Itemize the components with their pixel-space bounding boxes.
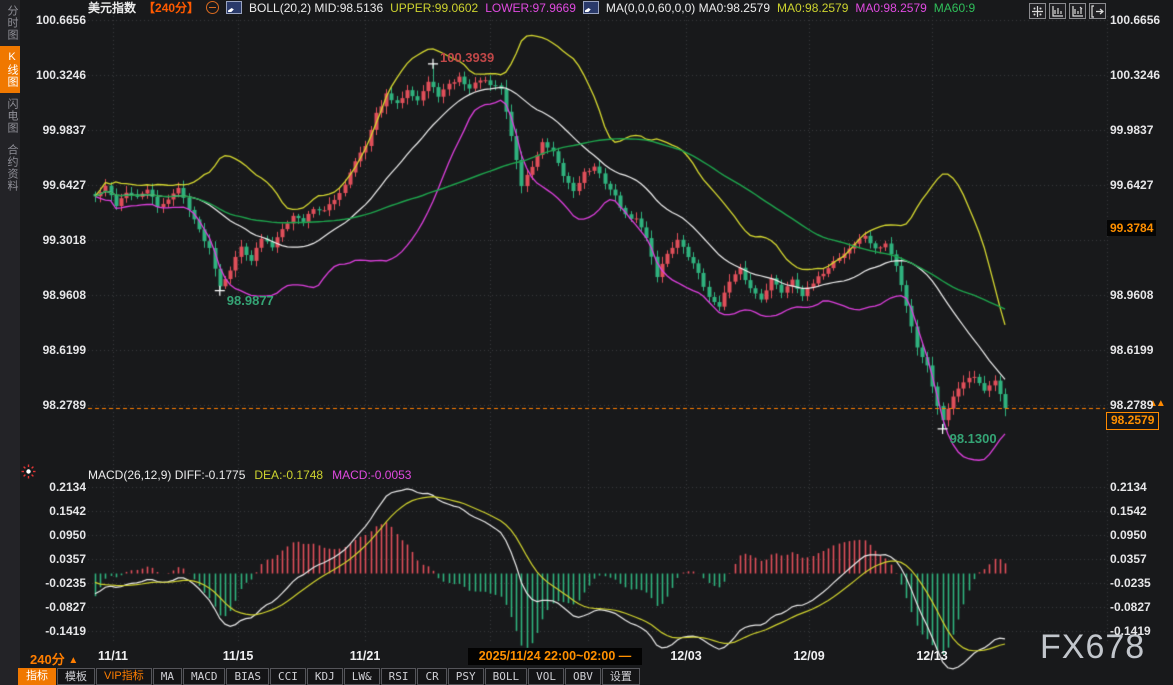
toolbar-button-CR[interactable]: CR <box>417 668 446 685</box>
price-axis-label: 99.9837 <box>1110 123 1172 137</box>
ma60-label: MA60:9 <box>934 1 975 15</box>
sidebar-tab-闪电图[interactable]: 闪电图 <box>0 93 20 139</box>
sidebar-tab-K线图[interactable]: K线图 <box>0 46 20 93</box>
macd-axis-label: 0.0950 <box>1110 528 1172 542</box>
macd-axis-label: 0.0950 <box>20 528 86 542</box>
toolbar-button-LW&[interactable]: LW& <box>344 668 380 685</box>
sidebar-tab-分时图[interactable]: 分时图 <box>0 0 20 46</box>
date-axis: 240分 ▲ 2025/11/24 22:00~02:00 — 11/11 11/… <box>0 648 1173 666</box>
ma-magenta-label: MA0:98.2579 <box>855 1 926 15</box>
period-label: 【240分】 <box>143 0 199 16</box>
date-label: 11/15 <box>223 649 254 663</box>
toolbar-button-CCI[interactable]: CCI <box>270 668 306 685</box>
toolbar-button-MA[interactable]: MA <box>153 668 182 685</box>
toolbar-button-OBV[interactable]: OBV <box>565 668 601 685</box>
toolbar-button-VIP指标[interactable]: VIP指标 <box>96 668 152 685</box>
ma-indicator-icon[interactable] <box>583 1 599 14</box>
macd-dea-label: DEA:-0.1748 <box>254 468 323 483</box>
price-axis-label: 100.6656 <box>1110 13 1172 27</box>
date-label: 12/03 <box>670 649 701 663</box>
macd-axis-label: -0.1419 <box>20 624 86 638</box>
toolbar-button-PSY[interactable]: PSY <box>448 668 484 685</box>
macd-axis-label: 0.0357 <box>20 552 86 566</box>
boll-label: BOLL(20,2) MID:98.5136 <box>249 1 383 15</box>
price-axis-label: 99.6427 <box>20 178 86 192</box>
toolbar-button-指标[interactable]: 指标 <box>18 668 56 685</box>
axis-pane-icon[interactable] <box>1069 3 1086 19</box>
macd-value-label: MACD:-0.0053 <box>332 468 411 483</box>
date-label: 12/09 <box>793 649 824 663</box>
toolbar-button-BIAS[interactable]: BIAS <box>226 668 269 685</box>
macd-axis-label: 0.2134 <box>1110 480 1172 494</box>
macd-axis-label: -0.0827 <box>20 600 86 614</box>
period-selector[interactable]: 240分 ▲ <box>30 649 78 668</box>
pan-tool-icon[interactable] <box>1029 3 1046 19</box>
macd-axis-label: -0.0235 <box>1110 576 1172 590</box>
price-axis-label: 98.9608 <box>1110 288 1172 302</box>
window-control-icons <box>1029 3 1106 19</box>
toolbar-button-MACD[interactable]: MACD <box>183 668 226 685</box>
toolbar-button-RSI[interactable]: RSI <box>381 668 417 685</box>
new-pane-icon[interactable] <box>1049 3 1066 19</box>
price-axis-label: 99.6427 <box>1110 178 1172 192</box>
extreme-price-label: 98.1300 <box>950 431 997 446</box>
date-label: 11/11 <box>98 649 128 663</box>
symbol-title: 美元指数 <box>88 0 136 16</box>
last-price-tag: 98.2579 <box>1106 412 1159 430</box>
price-axis-label: 100.3246 <box>1110 68 1172 82</box>
toolbar-button-VOL[interactable]: VOL <box>528 668 564 685</box>
date-label: 12/13 <box>916 649 947 663</box>
macd-axis-label: 0.0357 <box>1110 552 1172 566</box>
boll-upper-label: UPPER:99.0602 <box>390 1 478 15</box>
toolbar-button-BOLL[interactable]: BOLL <box>485 668 528 685</box>
price-axis-label: 98.6199 <box>1110 343 1172 357</box>
date-label: 11/21 <box>350 649 381 663</box>
price-axis-label: 99.9837 <box>20 123 86 137</box>
left-tab-strip: 分时图K线图闪电图合约资料 <box>0 0 20 685</box>
ma-yellow-label: MA0:98.2579 <box>777 1 848 15</box>
price-axis-label: 98.6199 <box>20 343 86 357</box>
toolbar-button-KDJ[interactable]: KDJ <box>307 668 343 685</box>
toolbar-button-模板[interactable]: 模板 <box>57 668 95 685</box>
zoom-out-icon[interactable] <box>206 1 219 14</box>
macd-params-label: MACD(26,12,9) DIFF:-0.1775 <box>88 468 245 483</box>
boll-indicator-icon[interactable] <box>226 1 242 14</box>
indicator-toolbar: 指标模板VIP指标MAMACDBIASCCIKDJLW&RSICRPSYBOLL… <box>18 668 641 685</box>
macd-axis-label: 0.1542 <box>20 504 86 518</box>
ma-label: MA(0,0,0,60,0,0) MA0:98.2579 <box>606 1 770 15</box>
price-axis-label: 98.9608 <box>20 288 86 302</box>
triangle-up-icon: ▲ <box>68 655 78 666</box>
crosshair-time-label: 2025/11/24 22:00~02:00 — <box>468 648 642 665</box>
chart-legend-bar: 美元指数【240分】 BOLL(20,2) MID:98.5136 UPPER:99… <box>88 0 975 15</box>
candlestick-chart-canvas[interactable] <box>0 0 1173 685</box>
macd-axis-label: -0.1419 <box>1110 624 1172 638</box>
sidebar-tab-合约资料[interactable]: 合约资料 <box>0 139 20 197</box>
boll-lower-label: LOWER:97.9669 <box>485 1 576 15</box>
collapse-panel-icon[interactable] <box>1089 3 1106 19</box>
price-axis-label: 98.2789 <box>20 398 86 412</box>
extreme-price-label: 98.9877 <box>227 293 274 308</box>
price-axis-label: 99.3018 <box>20 233 86 247</box>
toolbar-button-设置[interactable]: 设置 <box>602 668 640 685</box>
price-axis-label: 98.2789 <box>1110 398 1172 412</box>
macd-axis-label: -0.0827 <box>1110 600 1172 614</box>
extreme-price-label: 100.3939 <box>440 50 494 65</box>
macd-legend-bar: MACD(26,12,9) DIFF:-0.1775 DEA:-0.1748 MAC… <box>88 468 411 483</box>
chart-app: 美元指数【240分】 BOLL(20,2) MID:98.5136 UPPER:99… <box>0 0 1173 685</box>
price-axis-label: 100.3246 <box>20 68 86 82</box>
macd-axis-label: 0.2134 <box>20 480 86 494</box>
macd-axis-label: 0.1542 <box>1110 504 1172 518</box>
price-axis-label: 100.6656 <box>20 13 86 27</box>
settlement-price-label: 99.3784 <box>1107 220 1156 236</box>
macd-axis-label: -0.0235 <box>20 576 86 590</box>
